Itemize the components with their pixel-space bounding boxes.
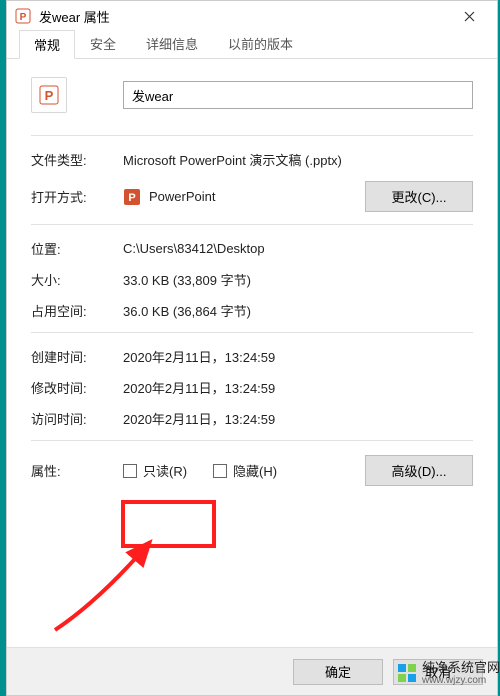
attributes-label: 属性: (31, 461, 123, 480)
properties-dialog: P 发wear 属性 常规 安全 详细信息 以前的版本 P 文件类型: Micr… (6, 0, 498, 696)
hidden-checkbox[interactable]: 隐藏(H) (213, 461, 277, 480)
modified-value: 2020年2月11日，13:24:59 (123, 378, 473, 397)
titlebar: P 发wear 属性 (7, 1, 497, 31)
readonly-checkbox[interactable]: 只读(R) (123, 461, 187, 480)
filename-input[interactable] (123, 81, 473, 109)
attributes-row: 属性: 只读(R) 隐藏(H) 高级(D)... (31, 455, 473, 486)
disksize-label: 占用空间: (31, 301, 123, 320)
modified-label: 修改时间: (31, 378, 123, 397)
ok-button[interactable]: 确定 (293, 659, 383, 685)
modified-row: 修改时间: 2020年2月11日，13:24:59 (31, 378, 473, 397)
filetype-label: 文件类型: (31, 150, 123, 169)
file-icon: P (31, 77, 67, 113)
change-button[interactable]: 更改(C)... (365, 181, 473, 212)
powerpoint-icon: P (15, 8, 31, 24)
svg-text:P: P (128, 192, 135, 204)
tab-details[interactable]: 详细信息 (131, 29, 213, 58)
accessed-label: 访问时间: (31, 409, 123, 428)
divider (31, 440, 473, 441)
tab-previous-versions[interactable]: 以前的版本 (213, 29, 308, 58)
divider (31, 332, 473, 333)
disksize-value: 36.0 KB (36,864 字节) (123, 301, 473, 320)
checkbox-icon (123, 464, 137, 478)
openwith-row: 打开方式: P PowerPoint 更改(C)... (31, 181, 473, 212)
divider (31, 224, 473, 225)
size-row: 大小: 33.0 KB (33,809 字节) (31, 270, 473, 289)
advanced-button[interactable]: 高级(D)... (365, 455, 473, 486)
hidden-label: 隐藏(H) (233, 461, 277, 480)
openwith-app: PowerPoint (149, 189, 215, 204)
powerpoint-app-icon: P (123, 188, 141, 206)
close-button[interactable] (449, 2, 489, 30)
accessed-row: 访问时间: 2020年2月11日，13:24:59 (31, 409, 473, 428)
created-label: 创建时间: (31, 347, 123, 366)
readonly-label: 只读(R) (143, 461, 187, 480)
watermark-logo-icon (398, 664, 416, 682)
accessed-value: 2020年2月11日，13:24:59 (123, 409, 473, 428)
svg-text:P: P (45, 88, 54, 103)
filetype-value: Microsoft PowerPoint 演示文稿 (.pptx) (123, 150, 473, 169)
tab-general[interactable]: 常规 (19, 30, 75, 59)
tab-bar: 常规 安全 详细信息 以前的版本 (7, 31, 497, 59)
location-label: 位置: (31, 239, 123, 258)
checkbox-icon (213, 464, 227, 478)
size-label: 大小: (31, 270, 123, 289)
location-value: C:\Users\83412\Desktop (123, 241, 473, 256)
filetype-row: 文件类型: Microsoft PowerPoint 演示文稿 (.pptx) (31, 150, 473, 169)
filename-row: P (31, 77, 473, 113)
watermark: 纯净系统官网 www.wjzy.com (398, 661, 500, 686)
svg-text:P: P (20, 12, 27, 23)
location-row: 位置: C:\Users\83412\Desktop (31, 239, 473, 258)
window-title: 发wear 属性 (39, 7, 449, 26)
disksize-row: 占用空间: 36.0 KB (36,864 字节) (31, 301, 473, 320)
watermark-url: www.wjzy.com (422, 675, 500, 686)
size-value: 33.0 KB (33,809 字节) (123, 270, 473, 289)
created-row: 创建时间: 2020年2月11日，13:24:59 (31, 347, 473, 366)
tab-security[interactable]: 安全 (75, 29, 131, 58)
openwith-label: 打开方式: (31, 187, 123, 206)
divider (31, 135, 473, 136)
watermark-text: 纯净系统官网 (422, 661, 500, 675)
created-value: 2020年2月11日，13:24:59 (123, 347, 473, 366)
tab-content: P 文件类型: Microsoft PowerPoint 演示文稿 (.pptx… (7, 59, 497, 486)
